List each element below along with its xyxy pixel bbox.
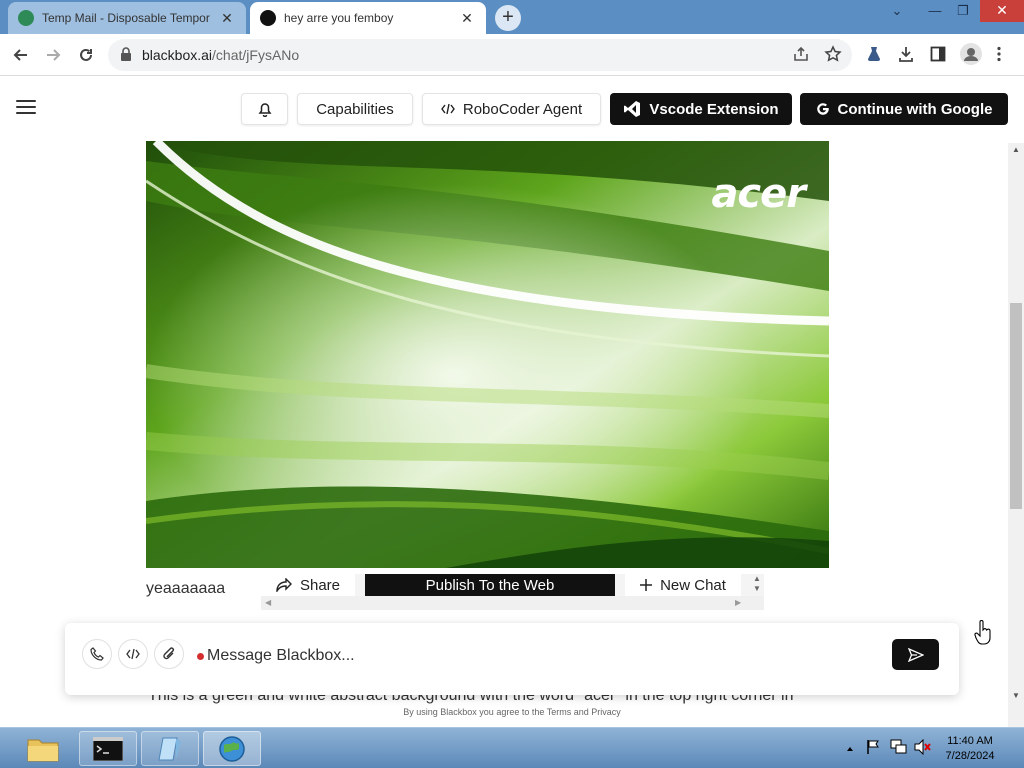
url-text: blackbox.ai/chat/jFysANo [142,47,299,63]
phone-icon [90,647,104,661]
code-icon [440,103,455,115]
message-composer [65,623,959,695]
extension-icon[interactable] [866,46,882,67]
publish-to-web-button[interactable]: Publish To the Web [365,574,615,596]
voice-call-button[interactable] [82,639,112,669]
notifications-button[interactable] [241,93,288,125]
browser-toolbar: blackbox.ai/chat/jFysANo [0,34,1024,76]
clock-time: 11:40 AM [947,735,993,747]
actions-scroll-stepper[interactable]: ▲ ▼ [750,574,764,596]
tab-temp-mail[interactable]: Temp Mail - Disposable Tempor ✕ [8,2,246,34]
reply-text: yeaaaaaaa [146,580,226,597]
minimize-button[interactable]: — [920,0,950,24]
robocoder-agent-button[interactable]: RoboCoder Agent [422,93,601,125]
tab-blackbox-chat[interactable]: hey arre you femboy ✕ [250,2,486,34]
robocoder-label: RoboCoder Agent [462,100,583,118]
action-center-flag-icon[interactable] [866,739,880,760]
notepad-icon [157,736,183,762]
send-button[interactable] [892,639,939,670]
attach-icon [162,646,176,662]
star-icon[interactable] [824,45,842,68]
recording-indicator [197,653,204,660]
new-chat-label: New Chat [660,576,726,594]
new-tab-button[interactable]: + [495,5,521,31]
bell-icon [258,101,272,117]
actions-horizontal-scrollbar[interactable]: ◀ ▶ [261,596,764,610]
menu-icon[interactable] [16,100,36,118]
continue-with-google-button[interactable]: Continue with Google [800,93,1008,125]
taskbar-chrome[interactable] [203,731,261,766]
file-explorer-icon [26,735,60,763]
tab-close-icon[interactable]: ✕ [218,10,236,27]
taskbar-command-prompt[interactable] [79,731,137,766]
google-label: Continue with Google [837,100,993,118]
blackbox-favicon-icon [260,10,276,26]
scroll-up-arrow-icon[interactable]: ▲ [1008,145,1024,154]
url-host: blackbox.ai [142,47,213,63]
generated-image: acer [146,141,829,568]
download-icon[interactable] [898,46,914,67]
code-mode-button[interactable] [118,639,148,669]
vscode-icon [623,100,641,118]
lock-icon[interactable] [120,47,132,66]
close-window-button[interactable]: ✕ [980,0,1024,22]
scroll-left-arrow-icon[interactable]: ◀ [265,598,271,607]
google-icon [816,102,830,116]
start-button[interactable] [14,732,72,765]
system-clock[interactable]: 11:40 AM 7/28/2024 [930,734,1010,764]
browser-tab-strip: Temp Mail - Disposable Tempor ✕ hey arre… [0,0,1024,34]
share-button[interactable]: Share [261,574,355,596]
more-icon[interactable] [996,46,1002,67]
capabilities-button[interactable]: Capabilities [297,93,413,125]
scroll-down-arrow-icon[interactable]: ▼ [1008,691,1024,700]
tab-title: Temp Mail - Disposable Tempor [42,11,210,25]
hand-cursor-icon [974,620,992,651]
send-icon [907,647,924,662]
terms-notice: By using Blackbox you agree to the Terms… [403,707,621,717]
code-icon [126,648,140,660]
taskbar-notepad[interactable] [141,731,199,766]
restore-button[interactable]: ❐ [948,0,978,24]
address-bar[interactable]: blackbox.ai/chat/jFysANo [108,39,852,71]
terminal-icon [93,736,123,761]
page-content: Capabilities RoboCoder Agent Vscode Exte… [0,77,1008,727]
share-page-icon[interactable] [792,45,810,68]
clock-date: 7/28/2024 [945,750,995,762]
message-input[interactable] [207,644,807,668]
attach-file-button[interactable] [154,639,184,669]
new-chat-button[interactable]: New Chat [625,574,741,596]
tab-close-icon[interactable]: ✕ [458,10,476,27]
reload-icon[interactable] [73,42,99,68]
windows-taskbar: 11:40 AM 7/28/2024 [0,727,1024,768]
plus-icon [640,579,653,591]
scroll-right-arrow-icon[interactable]: ▶ [735,598,741,607]
capabilities-label: Capabilities [316,100,394,118]
forward-icon[interactable] [40,42,66,68]
network-icon[interactable] [890,739,908,760]
temp-mail-favicon-icon [18,10,34,26]
profile-icon[interactable] [960,43,982,70]
page-scrollbar[interactable]: ▲ ▼ [1008,143,1024,727]
message-actions-bar: Share Publish To the Web New Chat ▲ ▼ ◀ ▶ [261,574,764,610]
publish-label: Publish To the Web [425,576,555,594]
acer-logo: acer [711,171,806,217]
share-icon [276,578,292,592]
show-hidden-icons-icon[interactable] [846,740,854,758]
tab-title: hey arre you femboy [284,11,394,25]
vscode-label: Vscode Extension [649,100,779,118]
sidebar-icon[interactable] [930,46,946,67]
vscode-extension-button[interactable]: Vscode Extension [610,93,792,125]
browser-globe-icon [218,735,246,763]
share-label: Share [299,576,341,594]
scrollbar-thumb[interactable] [1010,303,1022,509]
back-icon[interactable] [8,42,34,68]
url-path: /chat/jFysANo [212,47,300,63]
tab-search-chevron-icon[interactable]: ⌄ [882,0,912,24]
